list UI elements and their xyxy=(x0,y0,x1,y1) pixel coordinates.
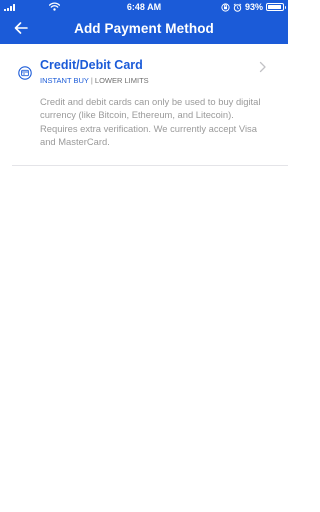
option-description: Credit and debit cards can only be used … xyxy=(40,96,261,148)
battery-icon xyxy=(266,3,286,11)
credit-card-icon xyxy=(18,66,32,80)
orientation-lock-icon xyxy=(221,2,230,12)
battery-level-fill xyxy=(268,5,282,9)
app-header: Add Payment Method xyxy=(0,14,288,44)
tag-lower-limits: LOWER LIMITS xyxy=(94,76,149,85)
status-bar: 6:48 AM 93% xyxy=(0,0,288,14)
option-tags: INSTANT BUY | LOWER LIMITS xyxy=(40,76,149,85)
battery-cap xyxy=(284,6,286,9)
page-title: Add Payment Method xyxy=(74,21,214,36)
option-title: Credit/Debit Card xyxy=(40,58,143,72)
battery-percent: 93% xyxy=(244,2,263,12)
alarm-clock-icon xyxy=(233,3,242,12)
chevron-right-icon xyxy=(259,60,267,73)
tag-separator: | xyxy=(90,76,93,85)
payment-option-credit-debit-card[interactable]: Credit/Debit Card INSTANT BUY | LOWER LI… xyxy=(12,52,288,166)
tag-instant-buy: INSTANT BUY xyxy=(40,76,89,85)
